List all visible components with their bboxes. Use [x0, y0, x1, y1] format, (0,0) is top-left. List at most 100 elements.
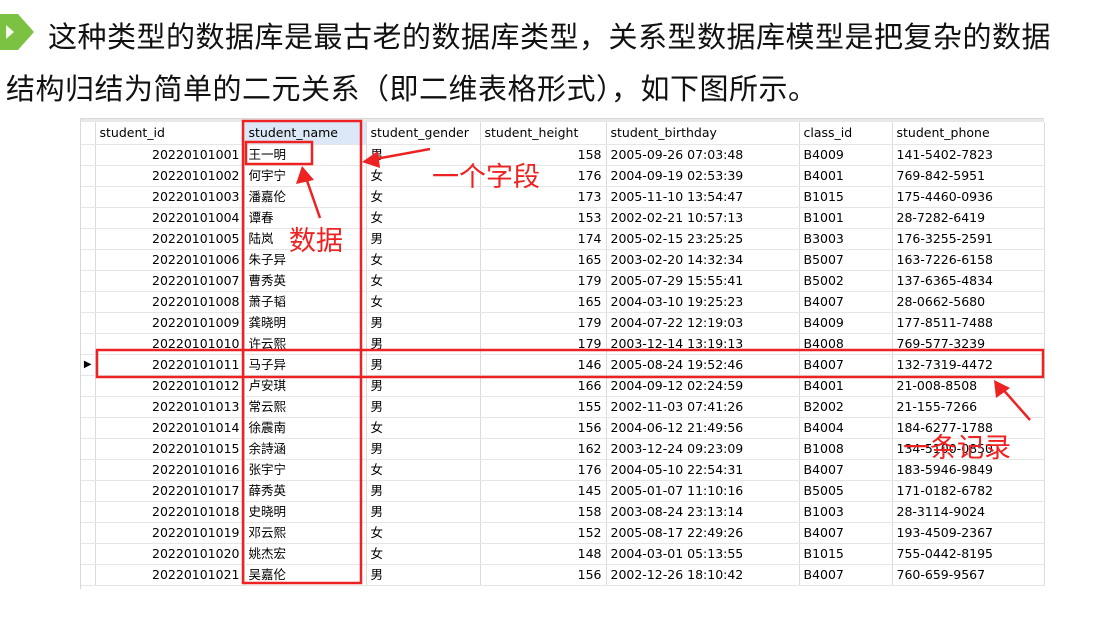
- table-cell[interactable]: 萧子韬: [244, 291, 367, 313]
- table-row[interactable]: 20220101015 余詩涵男 162 2003-12-24 09:23:09 B10…: [81, 438, 1045, 460]
- table-row[interactable]: 20220101014 徐震南女 156 2004-06-12 21:49:56 B40…: [81, 417, 1045, 439]
- table-cell[interactable]: 21-008-8508: [892, 375, 1045, 397]
- table-cell[interactable]: 2005-07-29 15:55:41: [606, 270, 800, 292]
- table-cell[interactable]: 2002-02-21 10:57:13: [606, 207, 800, 229]
- row-marker[interactable]: [81, 207, 96, 229]
- table-cell[interactable]: B5005: [799, 480, 893, 502]
- table-cell[interactable]: 20220101007: [95, 270, 245, 292]
- table-cell[interactable]: 男: [366, 312, 481, 334]
- table-cell[interactable]: 2003-12-14 13:19:13: [606, 333, 800, 355]
- table-cell[interactable]: 男: [366, 564, 481, 586]
- table-cell[interactable]: 女: [366, 270, 481, 292]
- table-row[interactable]: 20220101013 常云熙男 155 2002-11-03 07:41:26 B20…: [81, 396, 1045, 418]
- table-cell[interactable]: 20220101010: [95, 333, 245, 355]
- row-marker[interactable]: [81, 501, 96, 523]
- column-header[interactable]: student_birthday: [606, 122, 800, 145]
- table-cell[interactable]: 王一明: [244, 144, 367, 166]
- current-row-marker-icon[interactable]: ▶: [81, 354, 96, 376]
- table-cell[interactable]: 女: [366, 459, 481, 481]
- student-table[interactable]: student_id student_name student_gender s…: [81, 122, 1045, 586]
- table-cell[interactable]: 156: [480, 564, 607, 586]
- table-cell[interactable]: 769-842-5951: [892, 165, 1045, 187]
- table-row[interactable]: 20220101007 曹秀英女 179 2005-07-29 15:55:41 B50…: [81, 270, 1045, 292]
- table-cell[interactable]: 20220101005: [95, 228, 245, 250]
- table-cell[interactable]: B4007: [799, 291, 893, 313]
- table-row[interactable]: 20220101010 许云熙男 179 2003-12-14 13:19:13 B40…: [81, 333, 1045, 355]
- table-cell[interactable]: 2002-11-03 07:41:26: [606, 396, 800, 418]
- table-row[interactable]: 20220101009 龚晓明男 179 2004-07-22 12:19:03 B40…: [81, 312, 1045, 334]
- row-marker[interactable]: [81, 249, 96, 271]
- table-cell[interactable]: 薛秀英: [244, 480, 367, 502]
- table-cell[interactable]: 20220101020: [95, 543, 245, 565]
- table-cell[interactable]: 20220101004: [95, 207, 245, 229]
- table-row[interactable]: 20220101012 卢安琪男 166 2004-09-12 02:24:59 B40…: [81, 375, 1045, 397]
- table-cell[interactable]: 20220101018: [95, 501, 245, 523]
- table-cell[interactable]: 2004-07-22 12:19:03: [606, 312, 800, 334]
- table-cell[interactable]: 158: [480, 501, 607, 523]
- table-row[interactable]: 20220101008 萧子韬女 165 2004-03-10 19:25:23 B40…: [81, 291, 1045, 313]
- table-cell[interactable]: 20220101001: [95, 144, 245, 166]
- table-cell[interactable]: B1015: [799, 543, 893, 565]
- row-marker[interactable]: [81, 291, 96, 313]
- table-cell[interactable]: 162: [480, 438, 607, 460]
- table-cell[interactable]: 156: [480, 417, 607, 439]
- table-cell[interactable]: 769-577-3239: [892, 333, 1045, 355]
- table-cell[interactable]: 卢安琪: [244, 375, 367, 397]
- table-row[interactable]: 20220101001 王一明男 158 2005-09-26 07:03:48 B40…: [81, 144, 1045, 166]
- table-cell[interactable]: 163-7226-6158: [892, 249, 1045, 271]
- table-cell[interactable]: 徐震南: [244, 417, 367, 439]
- row-marker[interactable]: [81, 543, 96, 565]
- table-cell[interactable]: 许云熙: [244, 333, 367, 355]
- row-marker[interactable]: [81, 333, 96, 355]
- table-cell[interactable]: 2002-12-26 18:10:42: [606, 564, 800, 586]
- table-row[interactable]: 20220101003 潘嘉伦女 173 2005-11-10 13:54:47 B10…: [81, 186, 1045, 208]
- table-cell[interactable]: 146: [480, 354, 607, 376]
- table-cell[interactable]: B4007: [799, 564, 893, 586]
- row-marker[interactable]: [81, 144, 96, 166]
- table-cell[interactable]: 20220101006: [95, 249, 245, 271]
- column-header[interactable]: class_id: [799, 122, 893, 145]
- table-cell[interactable]: 2005-08-17 22:49:26: [606, 522, 800, 544]
- table-cell[interactable]: B3003: [799, 228, 893, 250]
- table-cell[interactable]: 153: [480, 207, 607, 229]
- table-cell[interactable]: B4007: [799, 354, 893, 376]
- table-cell[interactable]: 20220101008: [95, 291, 245, 313]
- table-cell[interactable]: 132-7319-4472: [892, 354, 1045, 376]
- table-cell[interactable]: 龚晓明: [244, 312, 367, 334]
- table-cell[interactable]: 余詩涵: [244, 438, 367, 460]
- row-marker[interactable]: [81, 438, 96, 460]
- table-row[interactable]: 20220101018 史晓明男 158 2003-08-24 23:13:14 B10…: [81, 501, 1045, 523]
- table-cell[interactable]: 20220101017: [95, 480, 245, 502]
- table-cell[interactable]: B1008: [799, 438, 893, 460]
- table-row[interactable]: 20220101005 陆岚男 174 2005-02-15 23:25:25 B300…: [81, 228, 1045, 250]
- table-cell[interactable]: 20220101012: [95, 375, 245, 397]
- table-cell[interactable]: 男: [366, 354, 481, 376]
- table-cell[interactable]: 女: [366, 543, 481, 565]
- table-cell[interactable]: 20220101016: [95, 459, 245, 481]
- table-cell[interactable]: 姚杰宏: [244, 543, 367, 565]
- table-cell[interactable]: 2003-12-24 09:23:09: [606, 438, 800, 460]
- table-cell[interactable]: 165: [480, 291, 607, 313]
- table-row[interactable]: 20220101021 吴嘉伦男 156 2002-12-26 18:10:42 B40…: [81, 564, 1045, 586]
- row-marker[interactable]: [81, 186, 96, 208]
- table-cell[interactable]: 176-3255-2591: [892, 228, 1045, 250]
- table-cell[interactable]: 179: [480, 312, 607, 334]
- table-cell[interactable]: 176: [480, 459, 607, 481]
- table-cell[interactable]: B4008: [799, 333, 893, 355]
- table-cell[interactable]: 张宇宁: [244, 459, 367, 481]
- table-cell[interactable]: 152: [480, 522, 607, 544]
- table-cell[interactable]: 28-7282-6419: [892, 207, 1045, 229]
- table-cell[interactable]: B5002: [799, 270, 893, 292]
- table-cell[interactable]: 21-155-7266: [892, 396, 1045, 418]
- row-marker[interactable]: [81, 522, 96, 544]
- table-cell[interactable]: 148: [480, 543, 607, 565]
- table-cell[interactable]: 20220101014: [95, 417, 245, 439]
- table-cell[interactable]: 141-5402-7823: [892, 144, 1045, 166]
- table-cell[interactable]: 2005-08-24 19:52:46: [606, 354, 800, 376]
- row-marker[interactable]: [81, 228, 96, 250]
- table-row[interactable]: 20220101016 张宇宁女 176 2004-05-10 22:54:31 B40…: [81, 459, 1045, 481]
- row-marker[interactable]: [81, 459, 96, 481]
- table-cell[interactable]: 179: [480, 333, 607, 355]
- table-cell[interactable]: 2004-09-19 02:53:39: [606, 165, 800, 187]
- table-row[interactable]: 20220101019 邓云熙女 152 2005-08-17 22:49:26 B40…: [81, 522, 1045, 544]
